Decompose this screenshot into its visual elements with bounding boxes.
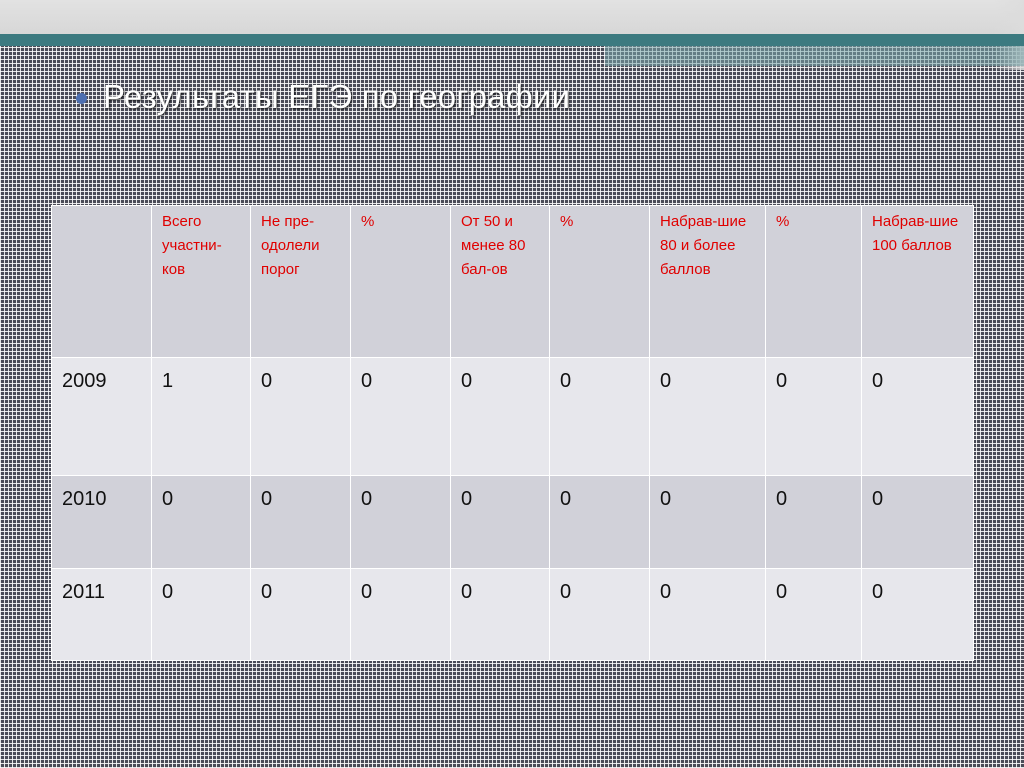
cell-value: 0	[776, 581, 788, 603]
table-cell: 2009	[51, 357, 152, 476]
header-cell-percent: %	[765, 205, 862, 358]
table-cell: 0	[549, 357, 650, 476]
cell-value: 0	[361, 370, 373, 392]
cell-value: 0	[872, 581, 884, 603]
table-cell: 0	[649, 475, 766, 569]
table-row: 2011 0 0 0 0 0 0 0 0	[51, 568, 974, 661]
cell-value: 0	[261, 488, 273, 510]
header-cell-year	[51, 205, 152, 358]
header-label: Набрав-шие 100 баллов	[872, 213, 959, 254]
header-label: Набрав-шие 80 и более баллов	[660, 213, 747, 278]
table-cell: 0	[861, 568, 974, 661]
table-cell: 0	[861, 357, 974, 476]
table-cell: 0	[649, 357, 766, 476]
table-cell: 0	[861, 475, 974, 569]
table-cell: 0	[250, 475, 351, 569]
cell-value: 0	[776, 370, 788, 392]
table-cell: 0	[350, 475, 451, 569]
title-row: Результаты ЕГЭ по географии	[76, 76, 570, 118]
header-label	[52, 206, 151, 210]
table-cell: 0	[350, 568, 451, 661]
header-label: %	[560, 213, 574, 230]
header-label: %	[776, 213, 790, 230]
table-cell: 0	[765, 568, 862, 661]
cell-value: 0	[560, 581, 572, 603]
cell-value: 0	[261, 370, 273, 392]
cell-value: 0	[261, 581, 273, 603]
table-cell: 0	[765, 475, 862, 569]
cell-value: 0	[461, 581, 473, 603]
header-cell-50-80: От 50 и менее 80 бал-ов	[450, 205, 550, 358]
bullet-icon	[76, 92, 87, 104]
cell-value: 0	[162, 581, 174, 603]
table-cell: 0	[765, 357, 862, 476]
cell-value: 0	[461, 370, 473, 392]
table-row: 2010 0 0 0 0 0 0 0 0	[51, 475, 974, 569]
slide-title: Результаты ЕГЭ по географии	[103, 78, 571, 115]
header-label: Всего участни-ков	[162, 213, 222, 278]
cell-value: 0	[461, 488, 473, 510]
cell-value: 0	[560, 488, 572, 510]
cell-value: 0	[361, 488, 373, 510]
cell-value: 0	[776, 488, 788, 510]
cell-value: 0	[560, 370, 572, 392]
header-label: Не пре-одолели порог	[261, 213, 320, 278]
table-header-row: Всего участни-ков Не пре-одолели порог %…	[51, 205, 974, 358]
table-cell: 2011	[51, 568, 152, 661]
table-cell: 2010	[51, 475, 152, 569]
table-cell: 0	[250, 357, 351, 476]
cell-value: 0	[361, 581, 373, 603]
table-cell: 0	[450, 475, 550, 569]
results-table: Всего участни-ков Не пре-одолели порог %…	[51, 205, 974, 661]
cell-value: 2010	[62, 488, 107, 510]
header-label: %	[361, 213, 375, 230]
header-label: От 50 и менее 80 бал-ов	[461, 213, 526, 278]
table-cell: 0	[549, 475, 650, 569]
header-cell-total: Всего участни-ков	[151, 205, 251, 358]
cell-value: 0	[660, 581, 672, 603]
header-cell-percent: %	[549, 205, 650, 358]
cell-value: 2009	[62, 370, 107, 392]
cell-value: 0	[872, 370, 884, 392]
accent-bar-secondary	[605, 46, 1024, 66]
table-row: 2009 1 0 0 0 0 0 0 0	[51, 357, 974, 476]
table-cell: 0	[250, 568, 351, 661]
table-cell: 0	[549, 568, 650, 661]
table-cell: 1	[151, 357, 251, 476]
cell-value: 2011	[62, 581, 106, 603]
accent-bar	[0, 34, 1024, 46]
header-cell-100: Набрав-шие 100 баллов	[861, 205, 974, 358]
cell-value: 1	[162, 370, 174, 392]
header-cell-failed: Не пре-одолели порог	[250, 205, 351, 358]
table-cell: 0	[350, 357, 451, 476]
table-cell: 0	[151, 475, 251, 569]
table-cell: 0	[649, 568, 766, 661]
top-band	[0, 0, 1024, 70]
table-cell: 0	[450, 568, 550, 661]
table-cell: 0	[450, 357, 550, 476]
header-cell-percent: %	[350, 205, 451, 358]
cell-value: 0	[162, 488, 174, 510]
header-cell-80-plus: Набрав-шие 80 и более баллов	[649, 205, 766, 358]
cell-value: 0	[660, 370, 672, 392]
cell-value: 0	[660, 488, 672, 510]
table-cell: 0	[151, 568, 251, 661]
cell-value: 0	[872, 488, 884, 510]
